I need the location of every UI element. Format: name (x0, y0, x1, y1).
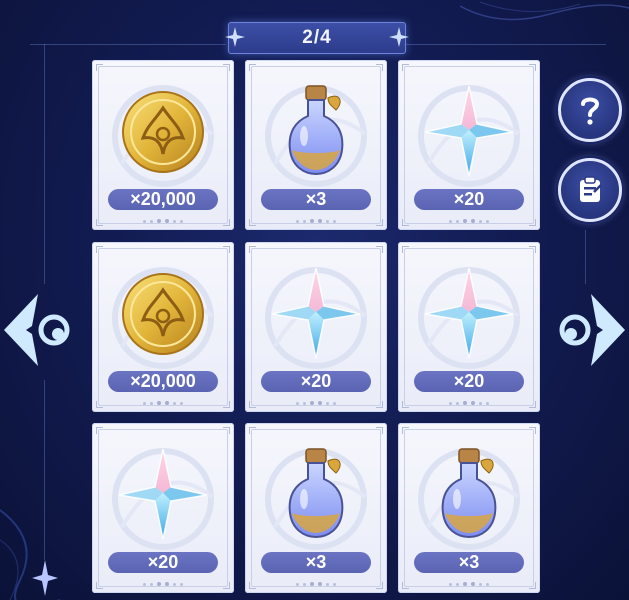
clipboard-icon (580, 176, 602, 202)
arrow-left-icon[interactable] (2, 290, 74, 370)
card-dots-decoration (398, 217, 540, 225)
reward-preview-screen: { "page_indicator": { "text": "2/4" }, "… (0, 0, 629, 600)
card-corner (529, 64, 536, 71)
card-corner (249, 64, 256, 71)
reward-quantity: ×3 (261, 552, 371, 573)
reward-quantity: ×20,000 (108, 189, 218, 210)
crystal-star-icon (424, 267, 514, 359)
reward-card[interactable]: ×20,000 (92, 60, 234, 230)
details-button[interactable] (558, 158, 622, 222)
reward-card[interactable]: ×3 (398, 423, 540, 593)
potion-bottle-icon (441, 448, 497, 539)
reward-item-icon (419, 80, 519, 180)
card-dots-decoration (245, 580, 387, 588)
potion-bottle-icon (288, 85, 344, 176)
reward-quantity: ×20 (414, 371, 524, 392)
card-corner (249, 427, 256, 434)
crystal-star-icon (118, 448, 208, 540)
reward-card[interactable]: ×3 (245, 423, 387, 593)
reward-item-icon (266, 443, 366, 543)
crystal-star-icon (424, 85, 514, 177)
reward-item-icon (113, 80, 213, 180)
reward-item-icon (113, 443, 213, 543)
reward-quantity: ×3 (414, 552, 524, 573)
reward-item-icon (113, 262, 213, 362)
card-corner (529, 427, 536, 434)
sparkle-star-icon (389, 27, 409, 47)
reward-quantity: ×20 (261, 371, 371, 392)
reward-item-icon (419, 443, 519, 543)
card-corner (376, 246, 383, 253)
card-dots-decoration (92, 217, 234, 225)
card-corner (223, 64, 230, 71)
card-corner (223, 427, 230, 434)
card-corner (249, 246, 256, 253)
card-corner (96, 246, 103, 253)
reward-card[interactable]: ×20,000 (92, 242, 234, 412)
page-indicator-text: 2/4 (302, 27, 332, 48)
frame-left-line (44, 44, 45, 284)
card-dots-decoration (92, 399, 234, 407)
card-dots-decoration (398, 580, 540, 588)
reward-item-icon (266, 80, 366, 180)
frame-top-line (406, 44, 606, 45)
reward-quantity: ×3 (261, 189, 371, 210)
card-dots-decoration (245, 399, 387, 407)
gold-coin-icon (122, 273, 204, 355)
potion-bottle-icon (288, 448, 344, 539)
gold-coin-icon (122, 91, 204, 173)
card-corner (223, 246, 230, 253)
reward-card[interactable]: ×20 (398, 60, 540, 230)
reward-quantity: ×20,000 (108, 371, 218, 392)
card-dots-decoration (245, 217, 387, 225)
reward-card[interactable]: ×3 (245, 60, 387, 230)
sparkle-star-icon (225, 27, 245, 47)
reward-item-icon (419, 262, 519, 362)
card-corner (96, 64, 103, 71)
page-indicator: 2/4 (225, 22, 409, 54)
card-corner (402, 246, 409, 253)
reward-card[interactable]: ×20 (245, 242, 387, 412)
reward-card[interactable]: ×20 (92, 423, 234, 593)
reward-quantity: ×20 (414, 189, 524, 210)
card-corner (376, 427, 383, 434)
card-corner (529, 246, 536, 253)
card-corner (402, 64, 409, 71)
card-dots-decoration (92, 580, 234, 588)
card-corner (402, 427, 409, 434)
crystal-star-icon (271, 267, 361, 359)
reward-card[interactable]: ×20 (398, 242, 540, 412)
question-mark-icon (581, 97, 600, 125)
card-corner (96, 427, 103, 434)
arrow-right-icon[interactable] (555, 290, 627, 370)
card-corner (376, 64, 383, 71)
reward-item-icon (266, 262, 366, 362)
card-dots-decoration (398, 399, 540, 407)
background-swirl-decoration (460, 1, 629, 21)
frame-top-line (30, 44, 226, 45)
help-button[interactable] (558, 78, 622, 142)
reward-quantity: ×20 (108, 552, 218, 573)
sparkle-star-icon (32, 560, 58, 596)
frame-right-line (585, 230, 586, 284)
